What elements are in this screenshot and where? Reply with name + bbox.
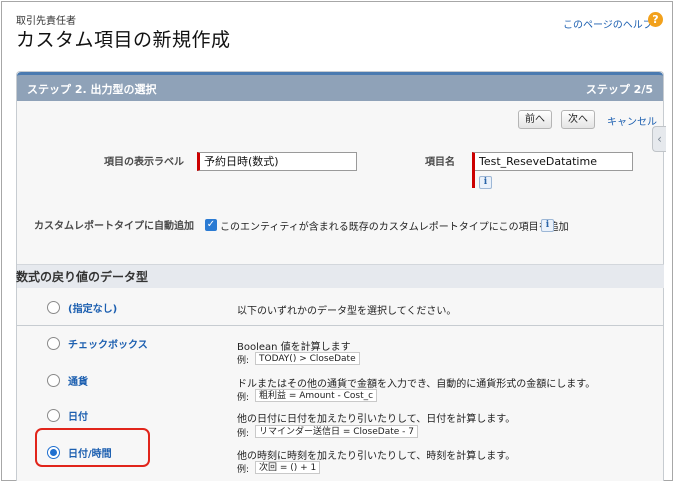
step-title: ステップ 2. 出力型の選択 [27,83,157,96]
field-name-caption: 項目名 [425,157,455,168]
option-datetime-description: 他の時刻に時刻を加えたり引いたりして、時刻を計算します。 [237,451,516,462]
field-name-required-bar [472,170,475,188]
page-title: カスタム項目の新規作成 [16,29,231,51]
auto-add-info-icon[interactable]: i [541,219,554,232]
cancel-link[interactable]: キャンセル [607,113,657,128]
help-link[interactable]: このページのヘルプ [563,16,653,31]
step-header: ステップ 2. 出力型の選択 ステップ 2/5 [17,72,663,101]
auto-add-checkbox[interactable]: ✓ [205,219,217,231]
radio-none[interactable] [47,301,60,314]
field-name-info-icon[interactable]: i [479,176,492,189]
option-checkbox-label[interactable]: チェックボックス [68,336,148,351]
step-count: ステップ 2/5 [585,83,653,96]
field-name-input[interactable]: Test_ReseveDatatime [472,152,633,171]
option-date-example: リマインダー送信日 = CloseDate - 7 [255,425,418,438]
option-date-description: 他の日付に日付を加えたり引いたりして、日付を計算します。 [237,414,516,425]
radio-currency[interactable] [47,374,60,387]
option-currency-example-prefix: 例: [237,393,250,403]
option-datetime-example-prefix: 例: [237,465,250,475]
radio-date[interactable] [47,409,60,422]
option-date-label[interactable]: 日付 [68,408,88,423]
auto-add-label: このエンティティが含まれる既存のカスタムレポートタイプにこの項目を追加 [220,222,569,233]
option-checkbox-description: Boolean 値を計算します [237,342,351,353]
option-currency-example: 粗利益 = Amount - Cost_c [255,389,378,402]
option-none-label[interactable]: (指定なし) [68,300,117,315]
option-checkbox-example: TODAY() > CloseDate [255,352,360,365]
help-icon[interactable]: ? [648,12,663,27]
option-checkbox-example-prefix: 例: [237,356,250,366]
option-datetime-example: 次回 = () + 1 [255,461,321,474]
option-none-description: 以下のいずれかのデータ型を選択してください。 [237,306,457,317]
sidebar-collapse-tab[interactable]: ‹ [652,126,666,152]
option-currency-label[interactable]: 通貨 [68,373,88,388]
prev-button[interactable]: 前へ [518,110,552,129]
display-label-input[interactable]: 予約日時(数式) [197,152,357,171]
selection-highlight [35,428,150,467]
data-type-title: 数式の戻り値のデータ型 [16,270,149,284]
options-divider [17,325,664,326]
display-label-caption: 項目の表示ラベル [104,157,184,168]
auto-add-caption: カスタムレポートタイプに自動追加 [34,221,194,232]
radio-checkbox[interactable] [47,337,60,350]
next-button[interactable]: 次へ [561,110,595,129]
option-date-example-prefix: 例: [237,429,250,439]
option-currency-description: ドルまたはその他の通貨で金額を入力でき、自動的に通貨形式の金額にします。 [237,379,596,390]
